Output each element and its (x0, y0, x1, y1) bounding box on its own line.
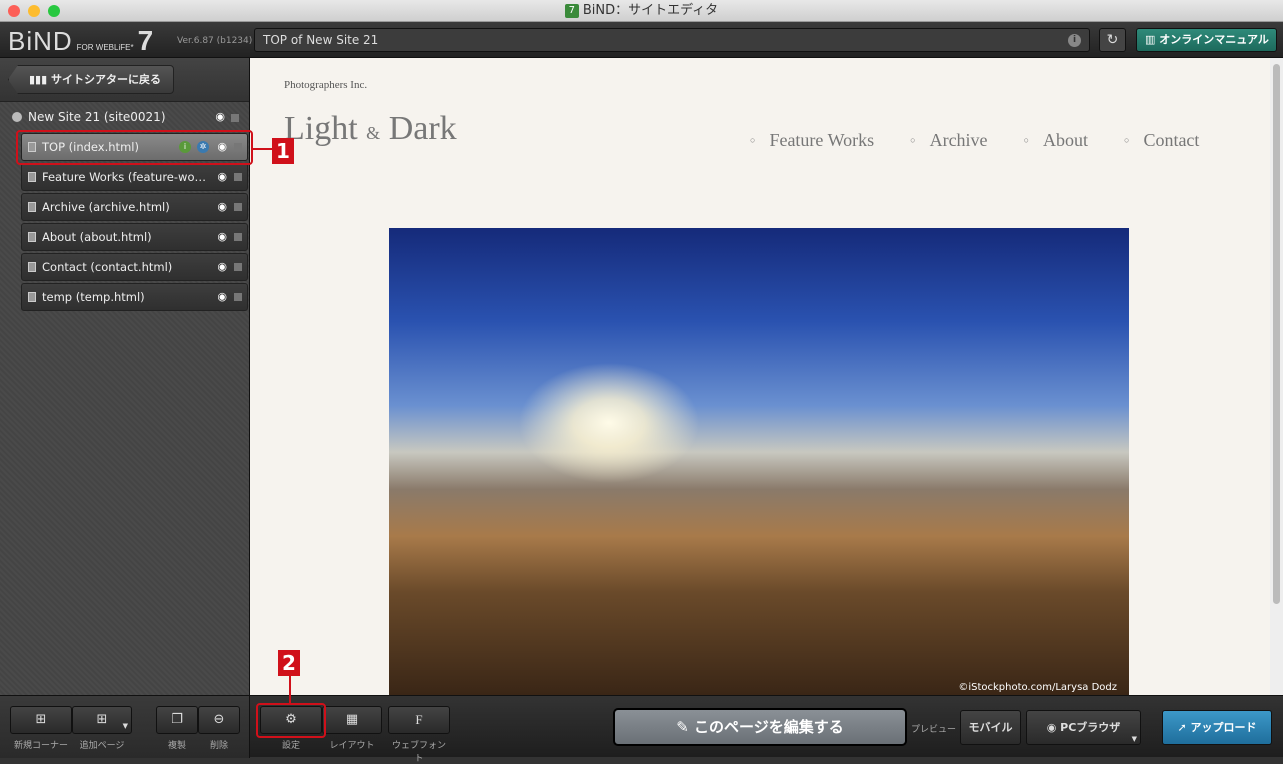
photo-credit: ©iStockphoto.com/Larysa Dodz (958, 682, 1117, 693)
page-icon (28, 172, 36, 182)
callout-highlight-1 (16, 130, 253, 165)
page-item[interactable]: Contact (contact.html) ◉ (21, 253, 248, 281)
page-item[interactable]: About (about.html) ◉ (21, 223, 248, 251)
book-icon: ▥ (1145, 33, 1160, 46)
bottom-toolbar: ⊞ ⊞ ▼ ❐ ⊖ 新規コーナー 追加ページ 複製 削除 ⚙ ▦ F 設定 レイア… (0, 695, 1283, 764)
webfont-label: ウェブフォント (391, 741, 446, 764)
font-icon: F (415, 712, 423, 727)
settings-label: 設定 (281, 741, 300, 751)
eye-icon: ◉ (1046, 721, 1061, 734)
window-title: BiND：サイトエディタ (582, 3, 719, 18)
layout-button[interactable]: ▦ (322, 706, 382, 734)
preview-label: プレビュー (911, 725, 957, 735)
delete-button[interactable]: ⊖ (198, 706, 240, 734)
add-page-icon: ⊞ (96, 712, 108, 727)
page-item[interactable]: Feature Works (feature-works.html)◉ (21, 163, 248, 191)
minimize-button[interactable] (28, 5, 40, 17)
site-logo: Light & Dark (284, 110, 457, 147)
upload-button[interactable]: ➚ アップロード (1162, 710, 1272, 745)
dropdown-icon: ▼ (122, 722, 128, 730)
eye-icon[interactable]: ◉ (217, 224, 227, 250)
callout-line-1 (253, 148, 272, 150)
new-corner-label: 新規コーナー (13, 741, 68, 751)
header: BiND FOR WEBLiFE* 7 Ver.6.87 (b1234) TOP o… (0, 22, 1283, 58)
title-bar: 7 BiND：サイトエディタ (0, 0, 1283, 22)
edit-icon: ✎ (676, 718, 695, 736)
close-button[interactable] (8, 5, 20, 17)
upload-icon: ➚ (1177, 721, 1191, 734)
minus-circle-icon: ⊖ (213, 712, 225, 727)
layout-label: レイアウト (329, 741, 375, 751)
info-icon[interactable]: i (1068, 34, 1081, 47)
webfont-button[interactable]: F (388, 706, 450, 734)
site-nav: Feature Works Archive About Contact (750, 130, 1199, 151)
eye-icon[interactable]: ◉ (215, 110, 225, 123)
edit-page-button[interactable]: ✎ このページを編集する (613, 708, 907, 746)
reload-button[interactable]: ↻ (1099, 28, 1126, 52)
page-item[interactable]: Archive (archive.html) ◉ (21, 193, 248, 221)
page-item[interactable]: temp (temp.html) ◉ (21, 283, 248, 311)
nav-feature-works[interactable]: Feature Works (750, 130, 874, 151)
add-page-button[interactable]: ⊞ ▼ (72, 706, 132, 734)
page-icon (28, 262, 36, 272)
page-icon (28, 202, 36, 212)
callout-highlight-2 (256, 703, 326, 738)
dropdown-icon: ▼ (1131, 735, 1137, 743)
delete-label: 削除 (209, 741, 228, 751)
page-icon (28, 292, 36, 302)
pc-browser-preview-button[interactable]: ◉ PCブラウザ ▼ (1026, 710, 1141, 745)
scrollbar[interactable] (1270, 58, 1283, 695)
hero-image: ©iStockphoto.com/Larysa Dodz (389, 228, 1129, 695)
new-corner-icon: ⊞ (35, 712, 47, 727)
layout-icon: ▦ (345, 712, 359, 727)
callout-number-1: 1 (272, 138, 294, 164)
add-page-label: 追加ページ (79, 741, 125, 751)
duplicate-icon: ❐ (171, 712, 183, 727)
company-name: Photographers Inc. (284, 79, 368, 91)
bind-logo: BiND FOR WEBLiFE* 7 (8, 25, 155, 56)
mobile-preview-button[interactable]: モバイル (960, 710, 1021, 745)
scrollbar-thumb[interactable] (1273, 64, 1280, 604)
app-icon: 7 (564, 3, 579, 18)
page-title-field[interactable]: TOP of New Site 21 i (254, 28, 1090, 52)
duplicate-button[interactable]: ❐ (156, 706, 198, 734)
callout-number-2: 2 (278, 650, 300, 676)
page-preview[interactable]: Photographers Inc. Light & Dark Feature … (250, 58, 1270, 695)
nav-contact[interactable]: Contact (1124, 130, 1199, 151)
eye-icon[interactable]: ◉ (217, 284, 227, 310)
eye-icon[interactable]: ◉ (217, 254, 227, 280)
eye-icon[interactable]: ◉ (217, 164, 227, 190)
eye-icon[interactable]: ◉ (217, 194, 227, 220)
columns-icon: ▮▮▮ (29, 73, 51, 86)
page-icon (28, 232, 36, 242)
back-to-site-theater-button[interactable]: ▮▮▮ サイトシアターに戻る (8, 65, 174, 94)
nav-archive[interactable]: Archive (910, 130, 988, 151)
zoom-button[interactable] (48, 5, 60, 17)
new-corner-button[interactable]: ⊞ (10, 706, 72, 734)
version: Ver.6.87 (b1234) (177, 36, 253, 46)
callout-line-2 (289, 676, 291, 703)
nav-about[interactable]: About (1024, 130, 1088, 151)
site-root-item[interactable]: New Site 21 (site0021) ◉ (12, 110, 247, 126)
duplicate-label: 複製 (167, 741, 186, 751)
online-manual-button[interactable]: ▥ オンラインマニュアル (1136, 28, 1277, 52)
